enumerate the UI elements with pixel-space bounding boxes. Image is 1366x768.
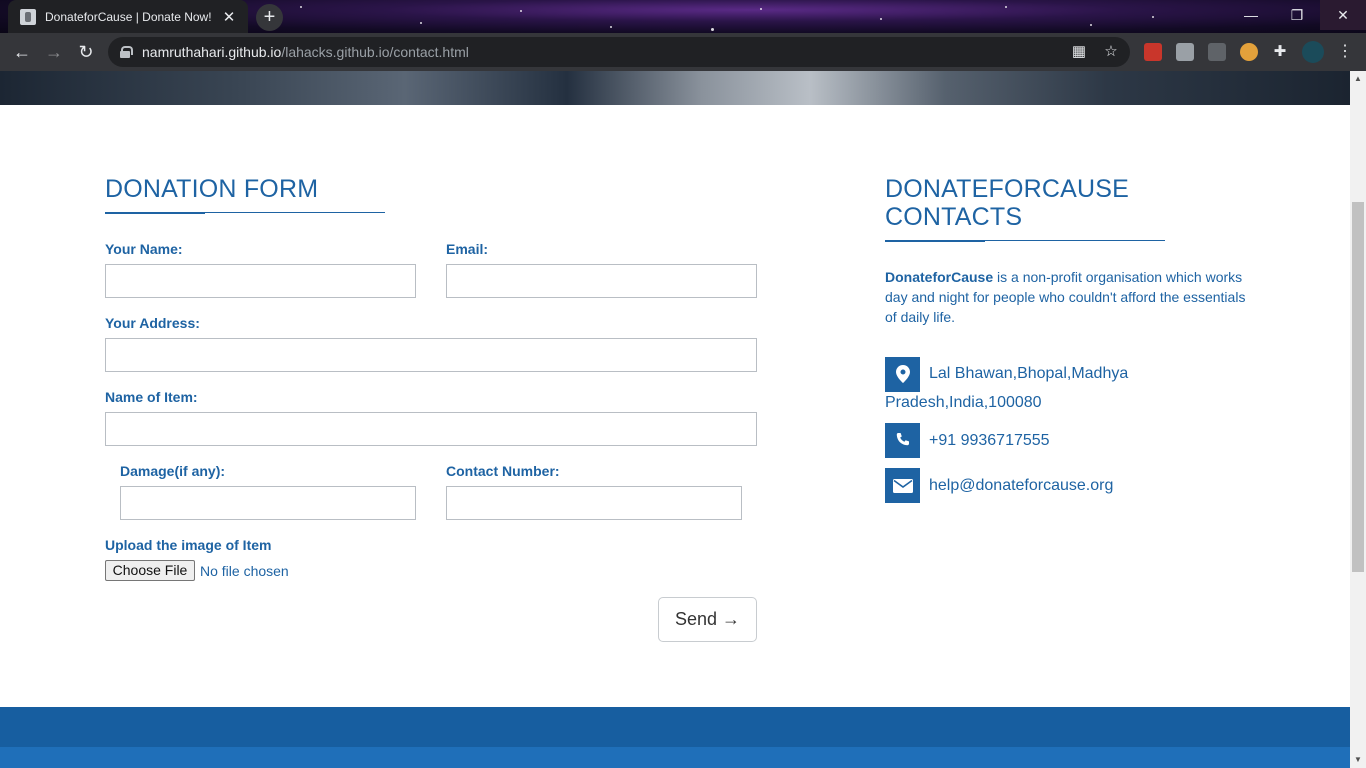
title-underline-accent <box>105 212 205 214</box>
vertical-scrollbar[interactable]: ▲ ▼ <box>1350 71 1366 768</box>
star-decoration <box>610 26 612 28</box>
file-status-text: No file chosen <box>200 563 289 579</box>
star-decoration <box>1005 6 1007 8</box>
scrollbar-thumb[interactable] <box>1352 202 1364 572</box>
scroll-down-arrow-icon[interactable]: ▼ <box>1350 752 1366 768</box>
browser-toolbar: ← → ↻ namruthahari.github.io /lahacks.gi… <box>0 33 1366 71</box>
bookmark-star-icon[interactable]: ☆ <box>1102 43 1120 61</box>
address-input[interactable] <box>105 338 757 372</box>
contact-number-input[interactable] <box>446 486 742 520</box>
phone-text[interactable]: +91 9936717555 <box>929 426 1050 455</box>
star-decoration <box>420 22 422 24</box>
choose-file-button[interactable]: Choose File <box>105 560 195 581</box>
back-button[interactable]: ← <box>8 38 36 66</box>
about-paragraph: DonateforCause is a non-profit organisat… <box>885 267 1250 327</box>
envelope-icon <box>885 468 920 503</box>
scroll-up-arrow-icon[interactable]: ▲ <box>1350 71 1366 87</box>
pen-extension-icon[interactable] <box>1208 43 1226 61</box>
footer-bottom-strip <box>0 747 1350 768</box>
lock-icon <box>120 46 133 58</box>
donation-form-title: DONATION FORM <box>105 175 319 203</box>
upload-label: Upload the image of Item <box>105 537 272 553</box>
name-input[interactable] <box>105 264 416 298</box>
bookmark-extension-icon[interactable] <box>1144 43 1162 61</box>
browser-tabstrip: DonateforCause | Donate Now! ✕ + — ❐ ✕ <box>0 0 1366 33</box>
contacts-title-line2: CONTACTS <box>885 203 1023 231</box>
tab-title: DonateforCause | Donate Now! <box>45 9 212 24</box>
qr-code-icon[interactable]: ▦ <box>1070 43 1088 61</box>
damage-input[interactable] <box>120 486 416 520</box>
address-line1: Lal Bhawan,Bhopal,Madhya <box>929 365 1129 382</box>
tab-close-icon[interactable]: ✕ <box>220 8 238 26</box>
browser-tab[interactable]: DonateforCause | Donate Now! ✕ <box>8 0 248 33</box>
address-bar[interactable]: namruthahari.github.io /lahacks.github.i… <box>108 37 1130 67</box>
reload-button[interactable]: ↻ <box>72 38 100 66</box>
star-decoration <box>711 28 714 31</box>
damage-label: Damage(if any): <box>120 463 226 479</box>
title-underline-accent <box>885 240 985 242</box>
email-link[interactable]: help@donateforcause.org <box>929 471 1113 500</box>
star-decoration <box>760 8 762 10</box>
send-button[interactable]: Send → <box>658 597 757 642</box>
forward-button[interactable]: → <box>40 38 68 66</box>
hero-banner-image <box>0 71 1350 105</box>
email-label: Email: <box>446 241 489 257</box>
url-host: namruthahari.github.io <box>142 44 282 60</box>
star-decoration <box>300 6 302 8</box>
restore-button[interactable]: ❐ <box>1274 0 1320 30</box>
profile-avatar[interactable] <box>1302 41 1324 63</box>
star-decoration <box>520 10 522 12</box>
name-label: Your Name: <box>105 241 183 257</box>
star-decoration <box>880 18 882 20</box>
url-path: /lahacks.github.io/contact.html <box>281 44 469 60</box>
edit-extension-icon[interactable] <box>1176 43 1194 61</box>
map-marker-icon <box>885 357 920 392</box>
new-tab-button[interactable]: + <box>256 4 283 31</box>
contacts-title-line1: DONATEFORCAUSE <box>885 175 1130 203</box>
star-decoration <box>1152 16 1154 18</box>
minimize-button[interactable]: — <box>1228 0 1274 30</box>
about-brand: DonateforCause <box>885 269 994 285</box>
window-close-button[interactable]: ✕ <box>1320 0 1366 30</box>
star-decoration <box>1090 24 1092 26</box>
address-label: Your Address: <box>105 315 200 331</box>
contact-number-label: Contact Number: <box>446 463 560 479</box>
browser-menu-icon[interactable]: ⋮ <box>1336 43 1354 61</box>
site-favicon-icon <box>20 8 36 25</box>
email-input[interactable] <box>446 264 757 298</box>
item-label: Name of Item: <box>105 389 198 405</box>
extensions-puzzle-icon[interactable]: ✚ <box>1271 43 1289 61</box>
page-viewport: DONATION FORM Your Name: Email: Your Add… <box>0 71 1350 768</box>
address-line2: Pradesh,India,100080 <box>885 394 1042 411</box>
face-extension-icon[interactable] <box>1240 43 1258 61</box>
phone-icon <box>885 423 920 458</box>
item-input[interactable] <box>105 412 757 446</box>
